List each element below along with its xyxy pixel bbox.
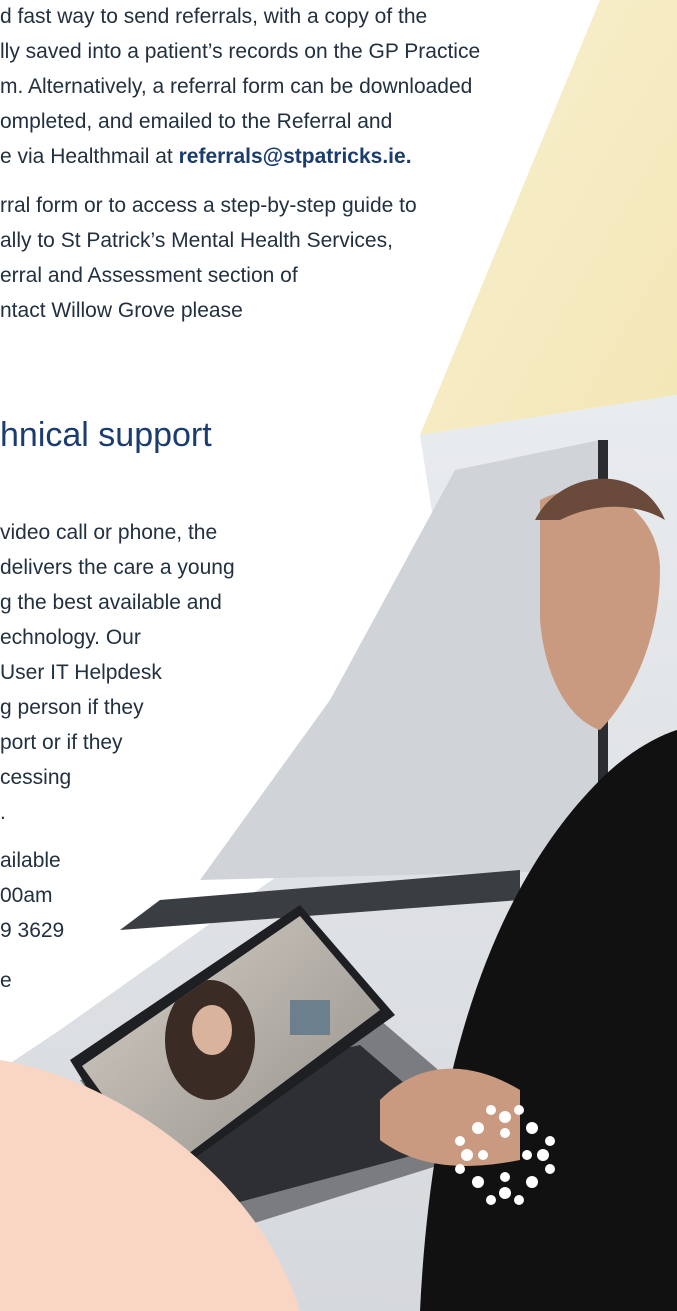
man-arm	[380, 1068, 520, 1166]
photo-man-on-video-call	[0, 0, 677, 1311]
brochure-page: d fast way to send referrals, with a cop…	[0, 0, 677, 1311]
cream-shape	[420, 0, 677, 435]
